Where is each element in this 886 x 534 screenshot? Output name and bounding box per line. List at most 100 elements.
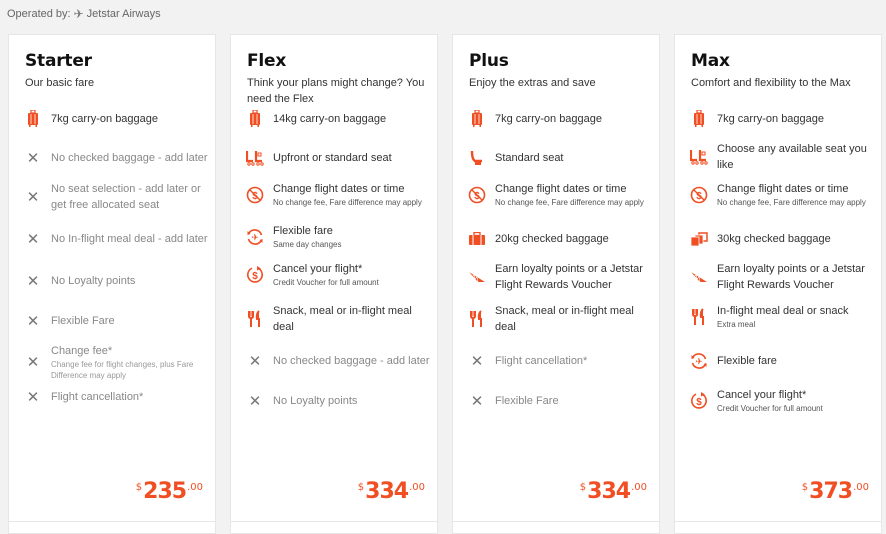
fare-card-flex[interactable]: Flex Think your plans might change? You … <box>230 34 438 534</box>
fare-feature: Upfront or standard seat <box>245 148 435 168</box>
feature-label: 20kg checked baggage <box>495 233 609 245</box>
fare-feature: 7kg carry-on baggage <box>467 109 657 129</box>
price-cents: .00 <box>409 482 425 493</box>
fare-price[interactable]: $ 373 .00 <box>802 479 869 505</box>
flexible-fare-icon: ✈ <box>245 227 265 247</box>
feature-label: Change flight dates or time <box>495 183 627 195</box>
fare-price[interactable]: $ 235 .00 <box>136 479 203 505</box>
feature-sublabel: No change fee, Fare difference may apply <box>495 198 644 207</box>
price-currency: $ <box>357 482 365 493</box>
feature-sublabel: No change fee, Fare difference may apply <box>717 198 866 207</box>
feature-label: In-flight meal deal or snack <box>717 305 849 317</box>
card-divider <box>453 521 659 522</box>
feature-label: Flexible Fare <box>51 315 115 327</box>
airline-name: Jetstar Airways <box>86 8 161 20</box>
feature-label: 7kg carry-on baggage <box>51 113 159 125</box>
x-icon: ✕ <box>26 230 40 248</box>
feature-label: 7kg carry-on baggage <box>495 113 603 125</box>
loyalty-wing-icon <box>689 267 709 287</box>
fare-feature: Standard seat <box>467 148 657 168</box>
fare-feature: ✕ Flexible Fare <box>467 391 657 411</box>
feature-label: Flexible Fare <box>495 395 559 407</box>
price-amount: 373 <box>809 479 853 504</box>
feature-label: Cancel your flight* <box>717 389 807 401</box>
fare-feature: 30kg checked baggage <box>689 229 879 249</box>
x-icon: ✕ <box>26 149 40 167</box>
fare-feature: In-flight meal deal or snack Extra meal <box>689 303 879 330</box>
feature-sublabel: Change fee for flight changes, plus Fare… <box>51 360 194 380</box>
fare-feature: $ Change flight dates or time No change … <box>245 181 435 208</box>
feature-label: No checked baggage - add later <box>51 152 208 164</box>
svg-text:$: $ <box>696 397 702 408</box>
feature-label: Flight cancellation* <box>51 391 144 403</box>
no-change-fee-icon: $ <box>245 185 265 205</box>
fare-card-max[interactable]: Max Comfort and flexibility to the Max 7… <box>674 34 882 534</box>
carry-on-baggage-icon <box>245 109 265 129</box>
feature-label: Flexible fare <box>717 355 777 367</box>
feature-label: Earn loyalty points or a Jetstar Flight … <box>717 263 865 291</box>
feature-label: No Loyalty points <box>51 275 136 287</box>
plane-icon: ✈ <box>73 7 84 21</box>
fare-feature: ✕ Flight cancellation* <box>467 351 657 371</box>
feature-label: Change flight dates or time <box>273 183 405 195</box>
fare-feature: ✕ No seat selection - add later or get f… <box>23 181 213 213</box>
x-icon: ✕ <box>26 272 40 290</box>
x-icon: ✕ <box>26 388 40 406</box>
feature-label: No checked baggage - add later <box>273 355 430 367</box>
fare-feature: ✈ Flexible fare <box>689 351 879 371</box>
fare-price[interactable]: $ 334 .00 <box>580 479 647 505</box>
x-icon: ✕ <box>26 312 40 330</box>
feature-label: Snack, meal or in-flight meal deal <box>273 305 412 333</box>
fare-feature: $ Cancel your flight* Credit Voucher for… <box>689 387 879 414</box>
fare-feature: ✕ No Loyalty points <box>23 271 213 291</box>
fare-feature: ✕ Change fee* Change fee for flight chan… <box>23 343 213 381</box>
carry-on-baggage-icon <box>689 109 709 129</box>
feature-label: Flexible fare <box>273 225 333 237</box>
fare-feature: ✕ Flexible Fare <box>23 311 213 331</box>
fare-feature: ✕ No checked baggage - add later <box>23 148 213 168</box>
fare-title: Starter <box>25 51 92 71</box>
card-divider <box>675 521 881 522</box>
feature-sublabel: Credit Voucher for full amount <box>273 278 379 287</box>
fare-title: Max <box>691 51 730 71</box>
x-icon: ✕ <box>26 188 40 206</box>
upfront-seat-icon <box>245 148 265 168</box>
fare-feature: 7kg carry-on baggage <box>689 109 879 129</box>
carry-on-baggage-icon <box>23 109 43 129</box>
feature-label: Change flight dates or time <box>717 183 849 195</box>
price-cents: .00 <box>853 482 869 493</box>
fare-subtitle: Our basic fare <box>25 77 95 89</box>
price-cents: .00 <box>187 482 203 493</box>
feature-sublabel: Credit Voucher for full amount <box>717 404 823 413</box>
svg-text:✈: ✈ <box>251 233 259 243</box>
fare-feature: $ Cancel your flight* Credit Voucher for… <box>245 261 435 288</box>
x-icon: ✕ <box>26 353 40 371</box>
fare-feature: Earn loyalty points or a Jetstar Flight … <box>467 261 657 293</box>
price-amount: 334 <box>365 479 409 504</box>
carry-on-baggage-icon <box>467 109 487 129</box>
feature-label: No In-flight meal deal - add later <box>51 233 208 245</box>
feature-label: No Loyalty points <box>273 395 358 407</box>
fare-card-plus[interactable]: Plus Enjoy the extras and save 7kg carry… <box>452 34 660 534</box>
x-icon: ✕ <box>470 392 484 410</box>
meal-icon <box>467 309 487 329</box>
fare-feature: $ Change flight dates or time No change … <box>467 181 657 208</box>
feature-sublabel: Extra meal <box>717 320 756 329</box>
fare-feature: ✕ No In-flight meal deal - add later <box>23 229 213 249</box>
fare-price[interactable]: $ 334 .00 <box>358 479 425 505</box>
fare-subtitle: Think your plans might change? You need … <box>247 77 425 105</box>
fare-feature: Earn loyalty points or a Jetstar Flight … <box>689 261 879 293</box>
feature-sublabel: No change fee, Fare difference may apply <box>273 198 422 207</box>
svg-text:✈: ✈ <box>695 358 703 368</box>
feature-sublabel: Same day changes <box>273 240 342 249</box>
fare-card-starter[interactable]: Starter Our basic fare 7kg carry-on bagg… <box>8 34 216 534</box>
no-change-fee-icon: $ <box>467 185 487 205</box>
fare-feature: 20kg checked baggage <box>467 229 657 249</box>
fare-feature: ✕ No Loyalty points <box>245 391 435 411</box>
feature-label: Choose any available seat you like <box>717 143 867 171</box>
card-divider <box>231 521 437 522</box>
fare-feature: ✕ No checked baggage - add later <box>245 351 435 371</box>
price-currency: $ <box>135 482 143 493</box>
price-amount: 334 <box>587 479 631 504</box>
feature-label: 30kg checked baggage <box>717 233 831 245</box>
